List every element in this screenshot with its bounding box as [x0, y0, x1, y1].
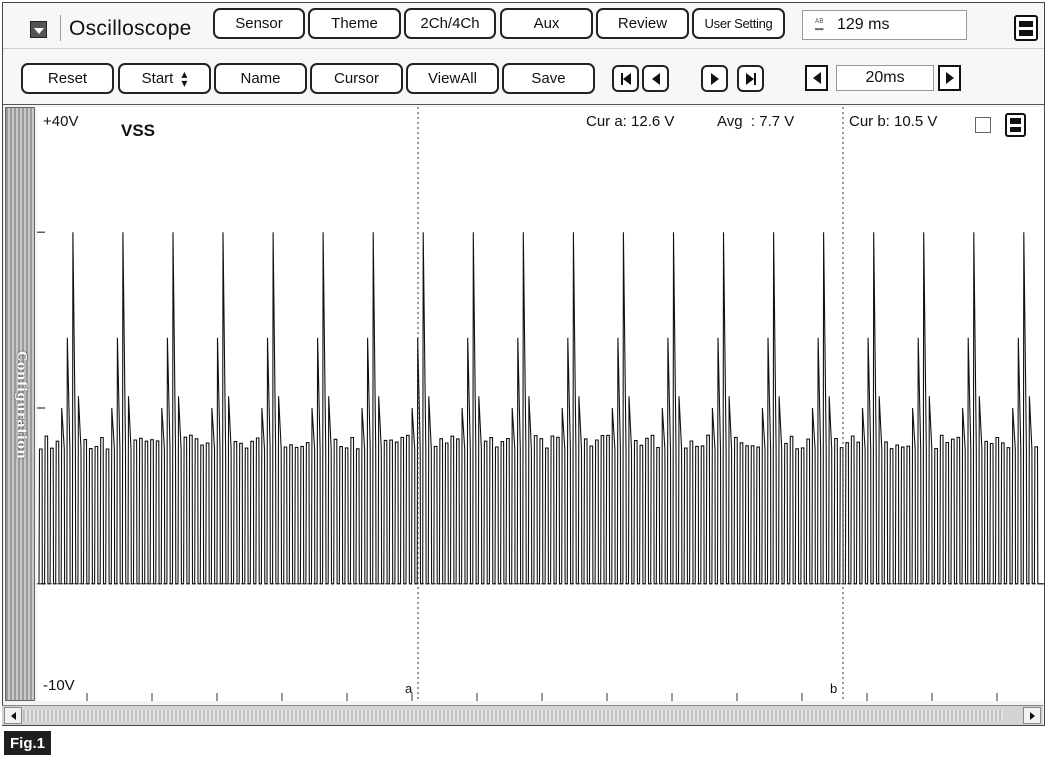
average-readout: Avg : 7.7 V	[717, 113, 795, 130]
sample-time-value: 129 ms	[837, 16, 890, 33]
skip-to-end-icon[interactable]	[737, 65, 764, 92]
step-forward-icon[interactable]	[701, 65, 728, 92]
figure-label: Fig.1	[4, 731, 52, 755]
sample-time-field: AB ▬▬ 129 ms	[802, 10, 967, 40]
scroll-track[interactable]	[23, 710, 1003, 721]
y-min-label: -10V	[43, 677, 75, 694]
review-button[interactable]: Review	[596, 8, 689, 39]
sample-time-icon: AB ▬▬	[815, 17, 824, 33]
timebase-increase-icon[interactable]	[938, 65, 961, 91]
scroll-left-icon[interactable]	[4, 707, 22, 724]
sensor-button[interactable]: Sensor	[213, 8, 305, 39]
viewall-button[interactable]: ViewAll	[406, 63, 499, 94]
channel-name: VSS	[121, 121, 156, 140]
cursor-a-readout: Cur a: 12.6 V	[586, 113, 675, 130]
scroll-right-icon[interactable]	[1023, 707, 1041, 724]
horizontal-scrollbar[interactable]	[2, 705, 1043, 725]
cursor-b-marker[interactable]: b	[830, 681, 837, 696]
step-back-icon[interactable]	[642, 65, 669, 92]
app-title: Oscilloscope	[69, 17, 192, 40]
plot-layout-icon[interactable]	[1005, 113, 1026, 137]
divider	[60, 15, 61, 41]
channels-button[interactable]: 2Ch/4Ch	[404, 8, 496, 39]
vss-trace	[38, 232, 1044, 585]
skip-to-start-icon[interactable]	[612, 65, 639, 92]
theme-button[interactable]: Theme	[308, 8, 401, 39]
cursor-a-marker[interactable]: a	[405, 681, 412, 696]
timebase-decrease-icon[interactable]	[805, 65, 828, 91]
timebase-value: 20ms	[836, 65, 934, 91]
cursor-b-readout: Cur b: 10.5 V	[849, 113, 938, 130]
channel-checkbox[interactable]	[975, 117, 991, 133]
updown-icon: ▴ ▾	[181, 66, 188, 90]
waveform-plot[interactable]: +40V VSS Cur a: 12.6 V Avg : 7.7 V Cur b…	[37, 107, 1044, 701]
configuration-tab[interactable]: Configuration	[5, 107, 35, 701]
start-label: Start	[141, 70, 174, 87]
cursor-button[interactable]: Cursor	[310, 63, 403, 94]
layout-toggle-icon[interactable]	[1014, 15, 1038, 41]
toolbar-top: Oscilloscope Sensor Theme 2Ch/4Ch Aux Re…	[3, 3, 1044, 49]
dropdown-menu-icon[interactable]	[30, 21, 47, 38]
reset-button[interactable]: Reset	[21, 63, 114, 94]
y-max-label: +40V	[43, 113, 79, 130]
waveform-canvas	[37, 107, 1044, 701]
save-button[interactable]: Save	[502, 63, 595, 94]
configuration-label: Configuration	[13, 350, 29, 460]
user-setting-button[interactable]: User Setting	[692, 8, 785, 39]
aux-button[interactable]: Aux	[500, 8, 593, 39]
start-button[interactable]: Start ▴ ▾	[118, 63, 211, 94]
name-button[interactable]: Name	[214, 63, 307, 94]
oscilloscope-window: Oscilloscope Sensor Theme 2Ch/4Ch Aux Re…	[2, 2, 1045, 726]
